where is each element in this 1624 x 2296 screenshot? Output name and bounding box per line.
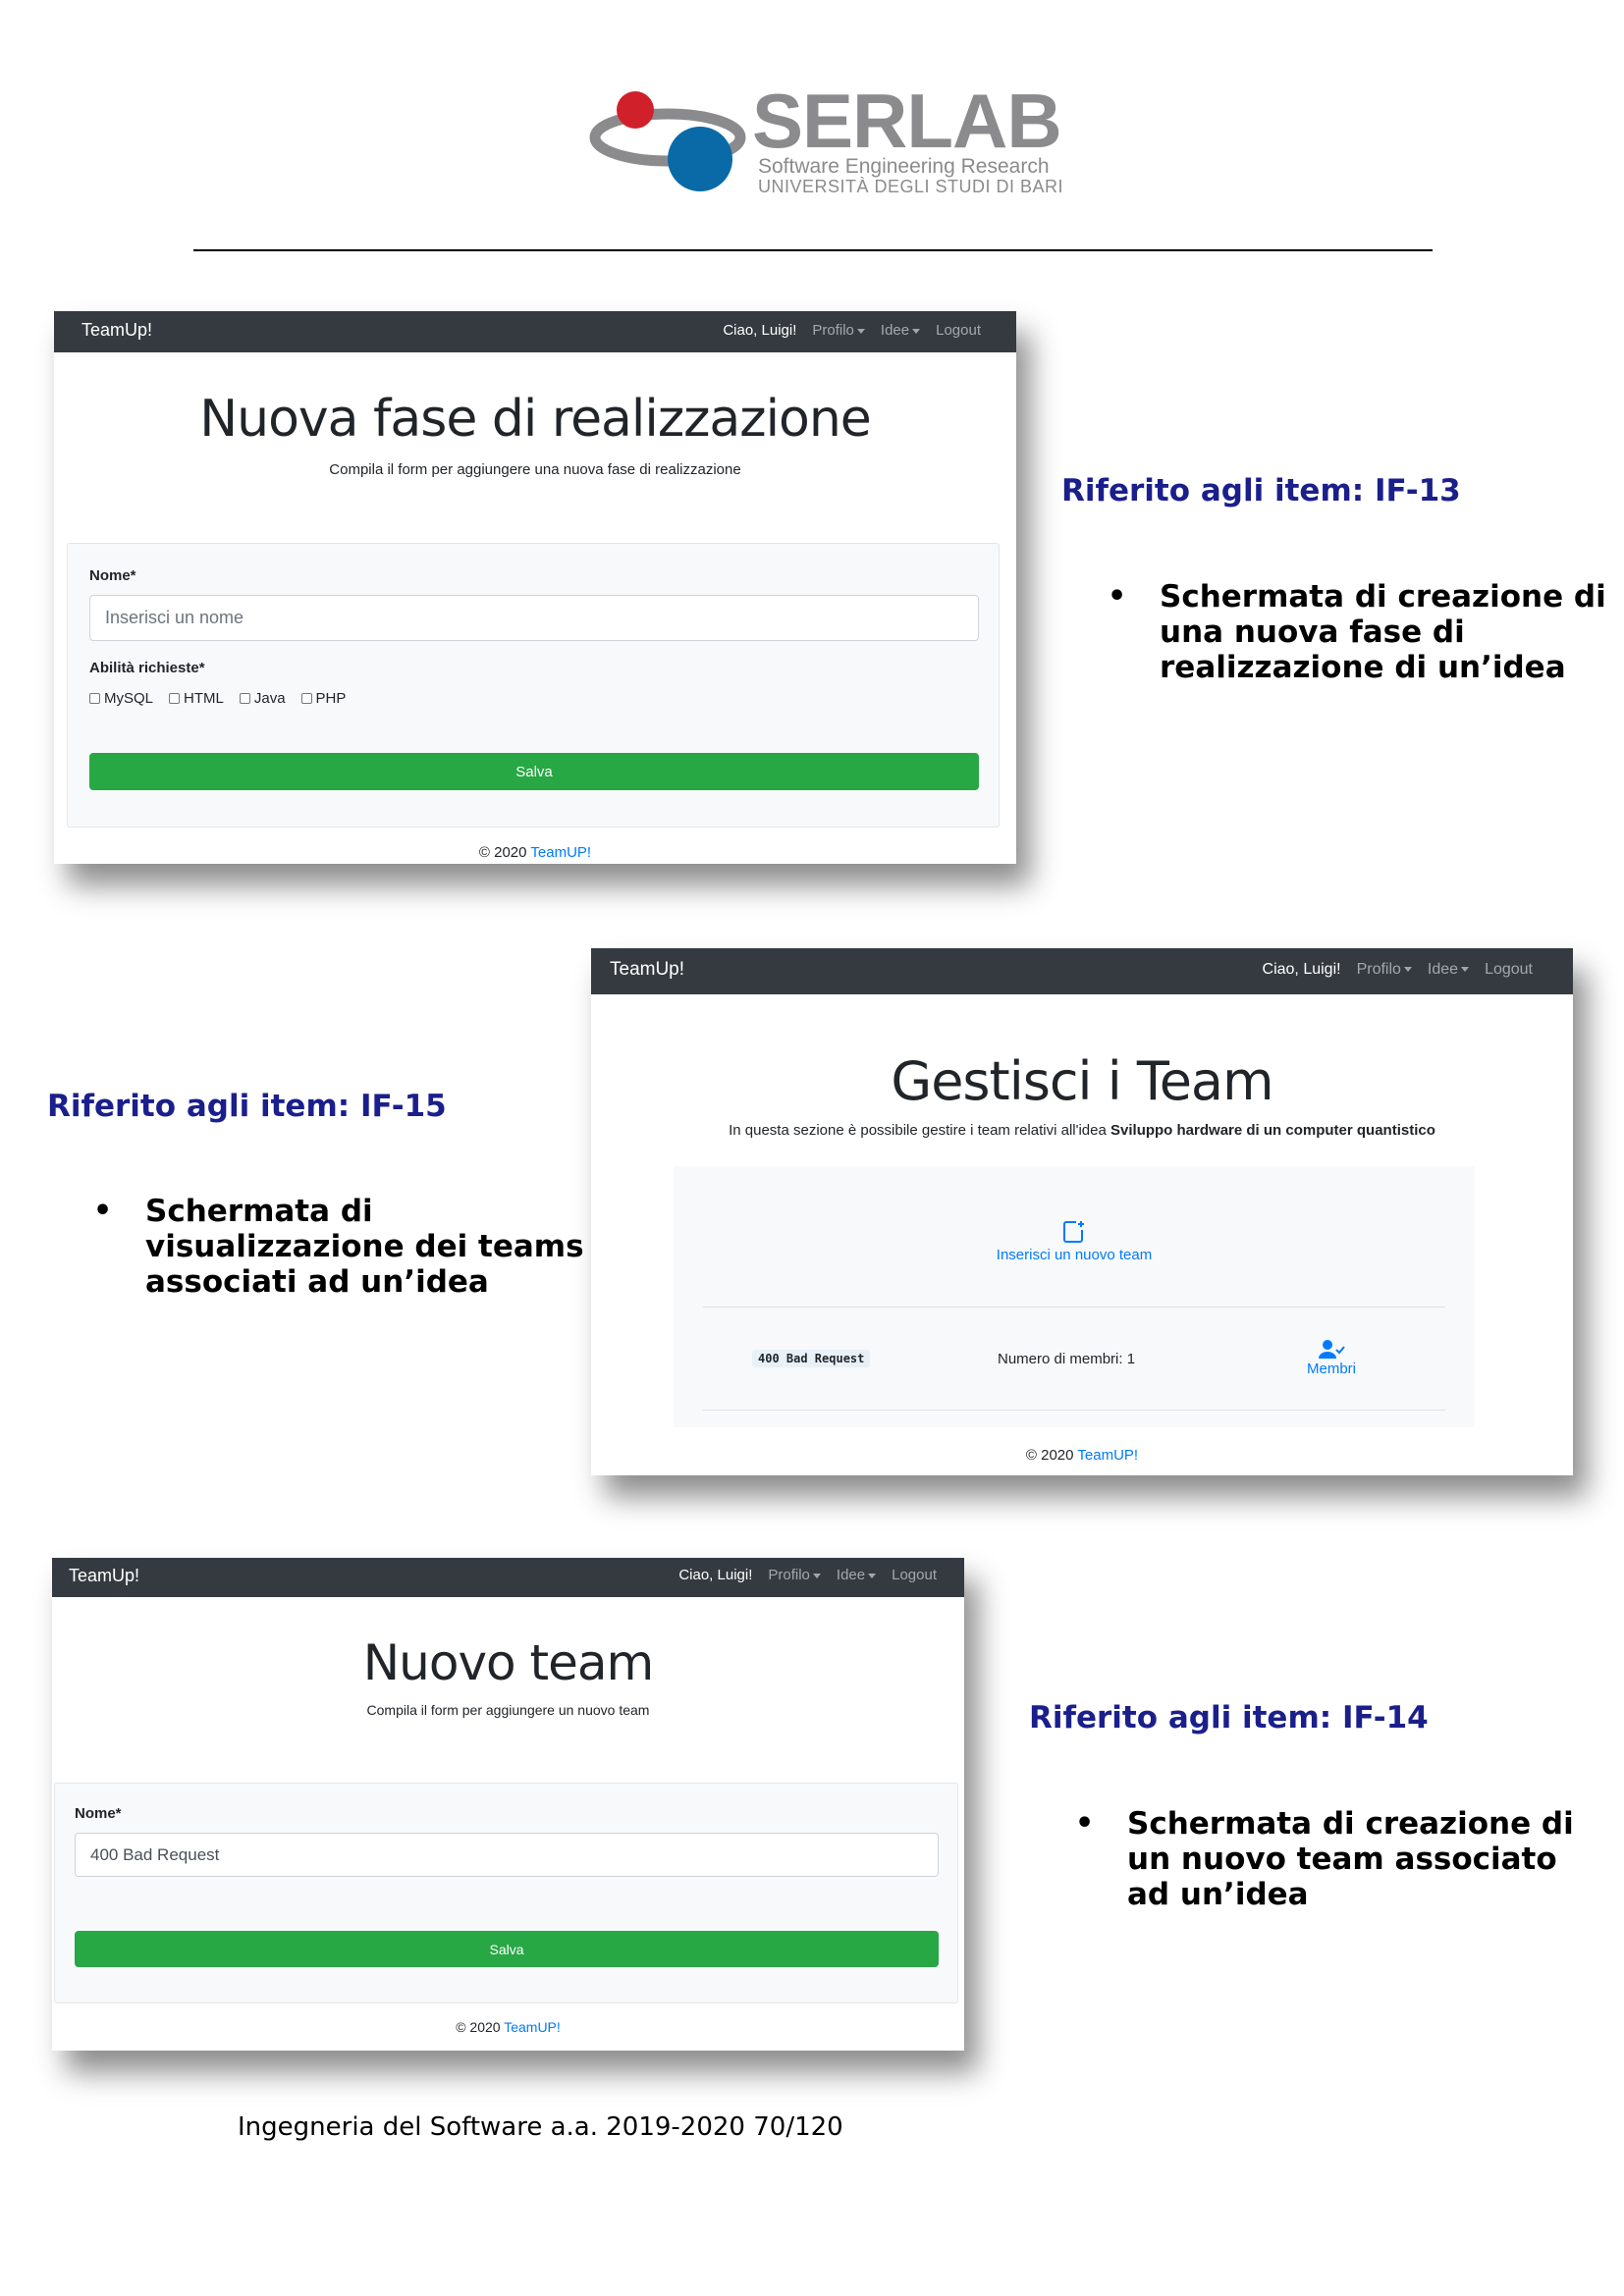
serlab-logo: SERLAB Software Engineering Research UNI…: [589, 82, 1063, 204]
caption-bullet: Schermata di creazione di un nuovo team …: [1127, 1806, 1574, 1912]
skill-checkbox-java[interactable]: Java: [239, 690, 286, 707]
form-panel: Nome* Inserisci un nome Abilità richiest…: [67, 543, 1000, 828]
screenshot-new-phase: TeamUp! Ciao, Luigi! Profilo Idee Logout…: [54, 311, 1016, 864]
insert-team-button[interactable]: Inserisci un nuovo team: [674, 1219, 1475, 1263]
footer: © 2020 TeamUP!: [52, 2019, 964, 2035]
name-input[interactable]: Inserisci un nome: [89, 595, 979, 641]
insert-team-label: Inserisci un nuovo team: [996, 1247, 1153, 1263]
user-check-icon: [1319, 1340, 1345, 1359]
nav-profile-dropdown[interactable]: Profilo: [768, 1567, 821, 1583]
members-count: Numero di membri: 1: [998, 1351, 1136, 1367]
caption-bullet: Schermata di visualizzazione dei teams a…: [145, 1194, 584, 1300]
nav-user-greeting: Ciao, Luigi!: [1262, 961, 1341, 978]
nav-profile-dropdown[interactable]: Profilo: [1357, 961, 1412, 979]
caret-down-icon: [856, 328, 865, 334]
checkbox-icon: [169, 693, 181, 704]
serlab-logo-icon: [589, 91, 746, 191]
screenshot-manage-teams: TeamUp! Ciao, Luigi! Profilo Idee Logout…: [591, 948, 1573, 1475]
checkbox-icon: [239, 693, 250, 704]
logo-title: SERLAB: [752, 78, 1062, 164]
footer-link[interactable]: TeamUP!: [504, 2019, 561, 2035]
skill-checkbox-php[interactable]: PHP: [300, 690, 346, 707]
footer-link[interactable]: TeamUP!: [530, 844, 591, 861]
footer-copyright: © 2020: [456, 2019, 501, 2035]
skills-checklist: MySQL HTML Java PHP: [89, 690, 346, 707]
navbar-menu: Ciao, Luigi! Profilo Idee Logout: [723, 322, 981, 339]
save-button[interactable]: Salva: [75, 1931, 939, 1967]
idea-name: Sviluppo hardware di un computer quantis…: [1110, 1122, 1435, 1139]
caption-reference: Riferito agli item: IF-15: [47, 1089, 447, 1124]
bullet-icon: •: [1108, 579, 1127, 614]
footer-copyright: © 2020: [478, 844, 527, 861]
name-label: Nome*: [75, 1805, 122, 1822]
navbar-menu: Ciao, Luigi! Profilo Idee Logout: [1263, 961, 1533, 979]
caption-bullet: Schermata di creazione di una nuova fase…: [1160, 579, 1606, 685]
caret-down-icon: [1403, 967, 1412, 973]
page-footer: Ingegneria del Software a.a. 2019-2020 7…: [238, 2112, 843, 2142]
navbar-brand[interactable]: TeamUp!: [610, 959, 684, 981]
nav-ideas-dropdown[interactable]: Idee: [881, 322, 921, 339]
screenshot-new-team: TeamUp! Ciao, Luigi! Profilo Idee Logout…: [52, 1558, 964, 2051]
form-panel: Nome* 400 Bad Request Salva: [54, 1783, 958, 2003]
add-team-icon: [1063, 1221, 1084, 1243]
save-button[interactable]: Salva: [89, 753, 979, 790]
navbar: TeamUp! Ciao, Luigi! Profilo Idee Logout: [52, 1558, 964, 1597]
members-label: Membri: [1306, 1361, 1356, 1377]
caption-reference: Riferito agli item: IF-13: [1061, 473, 1461, 508]
footer: © 2020 TeamUP!: [54, 844, 1016, 861]
logo-university: UNIVERSITÀ DEGLI STUDI DI BARI: [758, 177, 1064, 196]
teams-panel: Inserisci un nuovo team 400 Bad Request …: [674, 1166, 1475, 1427]
divider: [703, 1307, 1445, 1308]
bullet-icon: •: [1075, 1806, 1095, 1841]
nav-logout-link[interactable]: Logout: [1485, 961, 1533, 979]
skill-checkbox-html[interactable]: HTML: [169, 690, 224, 707]
footer: © 2020 TeamUP!: [591, 1447, 1573, 1464]
page-subtitle: In questa sezione è possibile gestire i …: [729, 1122, 1435, 1139]
checkbox-icon: [89, 693, 100, 704]
footer-link[interactable]: TeamUP!: [1077, 1447, 1138, 1464]
nav-ideas-dropdown[interactable]: Idee: [837, 1567, 877, 1583]
caret-down-icon: [868, 1573, 877, 1578]
name-input[interactable]: 400 Bad Request: [75, 1833, 939, 1877]
navbar-menu: Ciao, Luigi! Profilo Idee Logout: [678, 1567, 937, 1583]
nav-user-greeting: Ciao, Luigi!: [678, 1567, 753, 1583]
logo-subtitle: Software Engineering Research: [758, 155, 1050, 178]
nav-user-greeting: Ciao, Luigi!: [723, 322, 797, 339]
navbar-brand[interactable]: TeamUp!: [69, 1566, 139, 1586]
name-label: Nome*: [89, 567, 136, 584]
page-title: Nuova fase di realizzazione: [199, 390, 872, 449]
page-title: Nuovo team: [362, 1634, 654, 1691]
divider: [703, 1410, 1445, 1411]
caret-down-icon: [912, 328, 921, 334]
page-title: Gestisci i Team: [891, 1050, 1273, 1112]
navbar-brand[interactable]: TeamUp!: [81, 320, 152, 341]
page-subtitle: Compila il form per aggiungere un nuovo …: [366, 1702, 650, 1718]
checkbox-icon: [300, 693, 312, 704]
nav-ideas-dropdown[interactable]: Idee: [1428, 961, 1470, 979]
nav-logout-link[interactable]: Logout: [936, 322, 981, 339]
skills-label: Abilità richieste*: [89, 660, 205, 676]
bullet-icon: •: [93, 1194, 113, 1228]
navbar: TeamUp! Ciao, Luigi! Profilo Idee Logout: [54, 311, 1016, 352]
header-divider: [193, 249, 1433, 251]
footer-copyright: © 2020: [1025, 1447, 1074, 1464]
caret-down-icon: [1461, 967, 1470, 973]
skill-checkbox-mysql[interactable]: MySQL: [89, 690, 153, 707]
members-button[interactable]: Membri: [1292, 1339, 1371, 1377]
nav-profile-dropdown[interactable]: Profilo: [812, 322, 865, 339]
team-name: 400 Bad Request: [752, 1350, 871, 1367]
page-subtitle: Compila il form per aggiungere una nuova…: [329, 461, 741, 478]
nav-logout-link[interactable]: Logout: [892, 1567, 937, 1583]
caption-reference: Riferito agli item: IF-14: [1029, 1700, 1429, 1735]
caret-down-icon: [812, 1573, 821, 1578]
navbar: TeamUp! Ciao, Luigi! Profilo Idee Logout: [591, 948, 1573, 994]
